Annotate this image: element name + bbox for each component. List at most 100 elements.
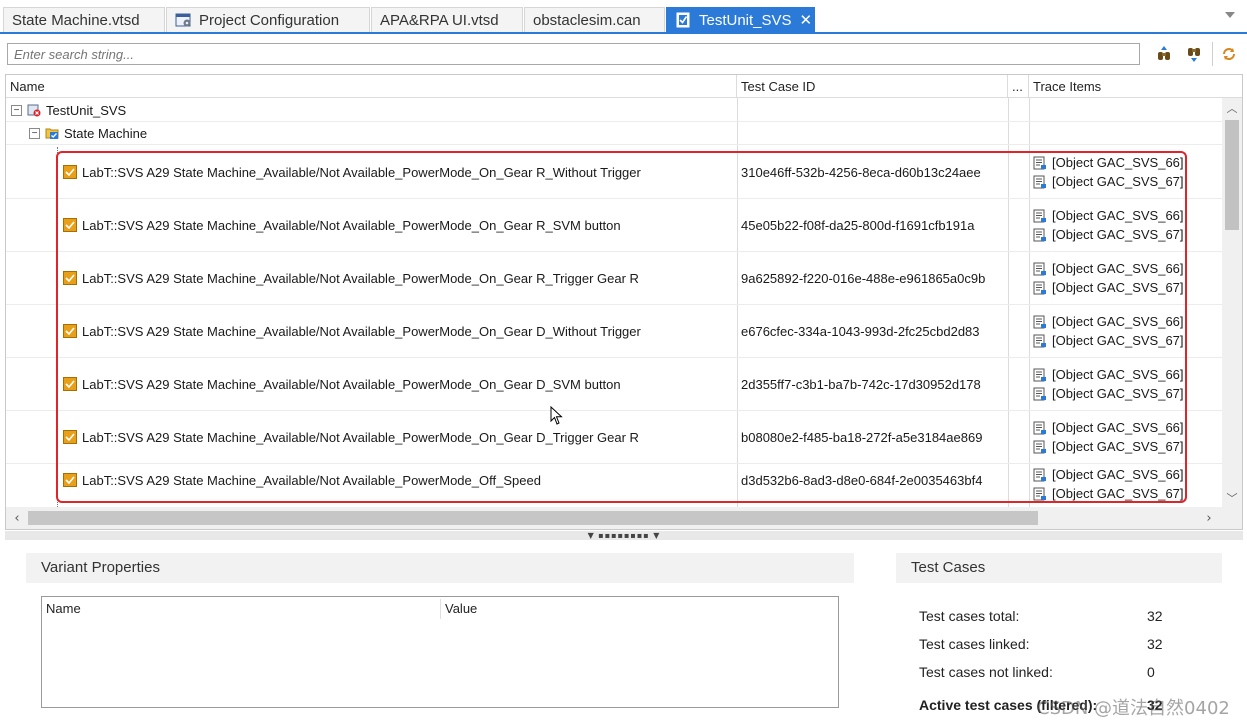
tree-group-label: State Machine [64,125,148,141]
stat-not-linked-label: Test cases not linked: [919,664,1053,680]
requirement-object-icon [1033,281,1047,295]
trace-item[interactable]: [Object GAC_SVS_66] [1033,418,1184,437]
refresh-icon [1223,48,1235,60]
table-row[interactable]: LabT::SVS A29 State Machine_Available/No… [6,464,1222,508]
table-row[interactable]: LabT::SVS A29 State Machine_Available/No… [6,305,1222,358]
test-case-id: d3d532b6-8ad3-d8e0-684f-2e0035463bf4 [741,472,983,488]
horizontal-scroll-thumb[interactable] [28,511,1038,525]
trace-item[interactable]: [Object GAC_SVS_66] [1033,465,1184,484]
column-header-name[interactable]: Name [6,75,737,98]
folder-check-icon [45,126,59,140]
test-case-id: 2d355ff7-c3b1-ba7b-742c-17d30952d178 [741,376,981,392]
variant-column-value[interactable]: Value [445,601,477,616]
test-case-icon [63,430,77,444]
trace-item-label: [Object GAC_SVS_67] [1052,174,1184,189]
trace-item[interactable]: [Object GAC_SVS_67] [1033,331,1184,350]
requirement-object-icon [1033,468,1047,482]
trace-item-label: [Object GAC_SVS_66] [1052,155,1184,170]
scroll-right-icon[interactable]: › [1202,511,1216,526]
stat-total-value: 32 [1147,608,1163,624]
column-header-more[interactable]: ... [1008,75,1029,98]
search-input[interactable] [7,43,1140,65]
tab-project-configuration[interactable]: Project Configuration [166,7,370,32]
table-row[interactable]: LabT::SVS A29 State Machine_Available/No… [6,358,1222,411]
trace-item-label: [Object GAC_SVS_67] [1052,333,1184,348]
requirement-object-icon [1033,156,1047,170]
trace-item[interactable]: [Object GAC_SVS_67] [1033,437,1184,456]
requirement-object-icon [1033,228,1047,242]
binoculars-down-icon [1188,48,1200,62]
trace-item-label: [Object GAC_SVS_66] [1052,420,1184,435]
test-case-id: 9a625892-f220-016e-488e-e961865a0c9b [741,270,986,286]
table-row[interactable]: LabT::SVS A29 State Machine_Available/No… [6,252,1222,305]
test-case-name: LabT::SVS A29 State Machine_Available/No… [82,164,641,180]
close-icon[interactable]: ✕ [800,11,813,29]
test-case-id: e676cfec-334a-1043-993d-2fc25cbd2d83 [741,323,980,339]
table-row[interactable]: LabT::SVS A29 State Machine_Available/No… [6,199,1222,252]
requirement-object-icon [1033,262,1047,276]
find-next-button[interactable] [1183,43,1205,65]
project-config-icon [175,12,193,28]
tab-apa-rpa-ui[interactable]: APA&RPA UI.vtsd [371,7,523,32]
requirement-object-icon [1033,315,1047,329]
trace-item-label: [Object GAC_SVS_66] [1052,467,1184,482]
horizontal-scrollbar[interactable]: ‹ › [6,507,1242,529]
stat-linked-value: 32 [1147,636,1163,652]
column-header-trace-items[interactable]: Trace Items [1029,75,1242,98]
requirement-object-icon [1033,440,1047,454]
toolbar-separator [1212,42,1213,66]
trace-item[interactable]: [Object GAC_SVS_67] [1033,225,1184,244]
refresh-button[interactable] [1218,43,1240,65]
tab-label: State Machine.vtsd [12,11,140,29]
trace-item-label: [Object GAC_SVS_67] [1052,439,1184,454]
trace-item[interactable]: [Object GAC_SVS_66] [1033,312,1184,331]
scroll-up-icon[interactable]: ︿ [1226,102,1238,115]
requirement-object-icon [1033,334,1047,348]
variant-properties-title: Variant Properties [26,553,854,583]
vertical-scroll-thumb[interactable] [1225,120,1239,230]
test-case-name: LabT::SVS A29 State Machine_Available/No… [82,472,541,488]
find-previous-button[interactable] [1153,43,1175,65]
vertical-scrollbar[interactable]: ︿ ﹀ [1222,98,1242,508]
collapse-icon[interactable]: − [11,104,22,116]
watermark: CSDN @道法自然0402 [1037,698,1230,719]
test-case-icon [63,473,77,487]
stat-total-label: Test cases total: [919,608,1020,624]
tree-group-row[interactable]: − State Machine [6,122,1222,145]
table-row[interactable]: LabT::SVS A29 State Machine_Available/No… [6,411,1222,464]
test-case-icon [63,165,77,179]
splitter-grip-icon[interactable]: ▼ ▪▪▪▪▪▪▪▪ ▼ [588,531,661,540]
test-case-icon [63,271,77,285]
scroll-left-icon[interactable]: ‹ [10,511,24,526]
trace-item[interactable]: [Object GAC_SVS_67] [1033,384,1184,403]
trace-item[interactable]: [Object GAC_SVS_67] [1033,172,1184,191]
trace-item[interactable]: [Object GAC_SVS_67] [1033,278,1184,297]
panel-splitter[interactable]: ▼ ▪▪▪▪▪▪▪▪ ▼ [5,531,1243,540]
trace-item[interactable]: [Object GAC_SVS_67] [1033,484,1184,503]
trace-item[interactable]: [Object GAC_SVS_66] [1033,206,1184,225]
trace-item[interactable]: [Object GAC_SVS_66] [1033,153,1184,172]
grid-header: Name Test Case ID ... Trace Items [6,75,1242,98]
test-case-name: LabT::SVS A29 State Machine_Available/No… [82,429,639,445]
chevron-down-icon[interactable] [1225,12,1235,18]
test-unit-icon [675,12,693,28]
tree-root-row[interactable]: − TestUnit_SVS [6,99,1222,122]
collapse-icon[interactable]: − [29,127,40,139]
tab-label: TestUnit_SVS [699,11,792,29]
tree-root-label: TestUnit_SVS [46,102,127,118]
variant-column-name[interactable]: Name [46,601,81,616]
requirement-object-icon [1033,175,1047,189]
test-case-icon [63,218,77,232]
binoculars-up-icon [1158,46,1170,60]
test-case-name: LabT::SVS A29 State Machine_Available/No… [82,270,639,286]
tab-state-machine[interactable]: State Machine.vtsd [3,7,165,32]
trace-item[interactable]: [Object GAC_SVS_66] [1033,365,1184,384]
trace-item[interactable]: [Object GAC_SVS_66] [1033,259,1184,278]
tab-obstaclesim[interactable]: obstaclesim.can [524,7,665,32]
test-cases-title: Test Cases [896,553,1222,583]
tab-strip: State Machine.vtsd Project Configuration… [0,0,1247,34]
scroll-down-icon[interactable]: ﹀ [1226,492,1238,505]
tab-testunit-svs[interactable]: TestUnit_SVS ✕ [666,7,815,32]
column-header-test-case-id[interactable]: Test Case ID [737,75,1008,98]
table-row[interactable]: LabT::SVS A29 State Machine_Available/No… [6,146,1222,199]
